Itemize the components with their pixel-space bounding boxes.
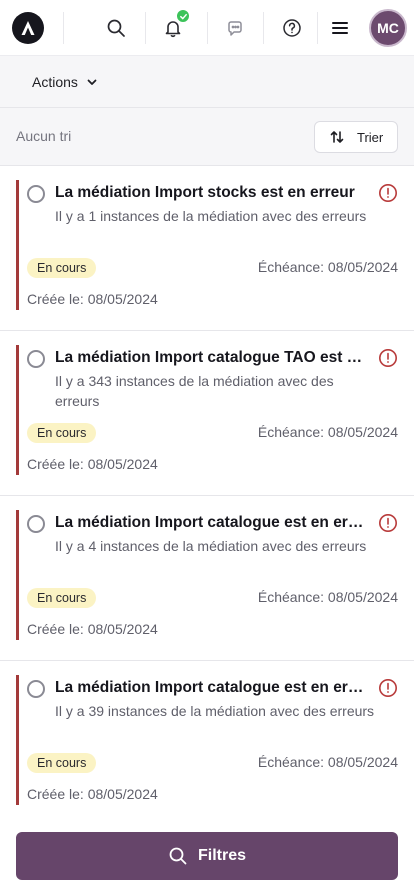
alert-icon [379, 184, 397, 202]
actions-dropdown[interactable]: Actions [32, 70, 98, 94]
divider [63, 12, 64, 44]
item-description: Il y a 39 instances de la médiation avec… [55, 703, 375, 719]
chevron-down-icon [87, 79, 97, 85]
item-title: La médiation Import catalogue est en err… [55, 514, 367, 531]
divider [145, 12, 146, 44]
list-item[interactable]: La médiation Import catalogue est en err… [0, 661, 414, 826]
error-indicator-bar [16, 510, 19, 640]
created-date: Créée le: 08/05/2024 [27, 456, 158, 472]
avatar-initials: MC [377, 20, 399, 36]
sort-button[interactable]: Trier [314, 121, 398, 153]
due-date: Échéance: 08/05/2024 [257, 589, 398, 605]
alert-icon [379, 679, 397, 697]
created-date: Créée le: 08/05/2024 [27, 621, 158, 637]
actions-bar: Actions [0, 56, 414, 108]
status-badge: En cours [27, 588, 97, 608]
select-radio[interactable] [27, 680, 45, 698]
notification-check-icon [175, 8, 191, 24]
item-title: La médiation Import catalogue est en err… [55, 679, 367, 696]
status-badge: En cours [27, 423, 97, 443]
sort-status-label: Aucun tri [16, 128, 72, 144]
chat-icon[interactable] [221, 14, 249, 42]
select-radio[interactable] [27, 515, 45, 533]
alert-icon [379, 349, 397, 367]
item-description: Il y a 4 instances de la médiation avec … [55, 538, 367, 554]
created-date: Créée le: 08/05/2024 [27, 291, 158, 307]
list-item[interactable]: La médiation Import stocks est en erreur… [0, 166, 414, 331]
status-badge: En cours [27, 258, 97, 278]
status-badge: En cours [27, 753, 97, 773]
search-icon [169, 847, 187, 865]
app-logo-icon[interactable] [12, 12, 44, 44]
filters-label: Filtres [197, 847, 246, 864]
error-indicator-bar [16, 345, 19, 475]
due-date: Échéance: 08/05/2024 [257, 754, 398, 770]
divider [317, 12, 318, 44]
select-radio[interactable] [27, 185, 45, 203]
list-item[interactable]: La médiation Import catalogue est en err… [0, 496, 414, 661]
bell-icon[interactable] [159, 8, 191, 42]
item-title: La médiation Import catalogue TAO est en… [55, 349, 367, 366]
search-icon[interactable] [102, 14, 130, 42]
select-radio[interactable] [27, 350, 45, 368]
error-indicator-bar [16, 675, 19, 805]
item-description: Il y a 343 instances de la médiation ave… [55, 373, 334, 409]
item-title: La médiation Import stocks est en erreur [55, 184, 355, 201]
error-indicator-bar [16, 180, 19, 310]
alert-icon [379, 514, 397, 532]
divider [207, 12, 208, 44]
item-description: Il y a 1 instances de la médiation avec … [55, 208, 367, 224]
created-date: Créée le: 08/05/2024 [27, 786, 158, 802]
due-date: Échéance: 08/05/2024 [257, 424, 398, 440]
sort-arrows-icon [330, 131, 344, 143]
menu-icon[interactable] [326, 14, 354, 42]
help-icon[interactable] [278, 14, 306, 42]
divider [263, 12, 264, 44]
list-item[interactable]: La médiation Import catalogue TAO est en… [0, 331, 414, 496]
sort-button-label: Trier [357, 129, 384, 145]
top-bar: MC [0, 0, 414, 56]
due-date: Échéance: 08/05/2024 [257, 259, 398, 275]
actions-label: Actions [32, 74, 78, 90]
avatar[interactable]: MC [369, 9, 407, 47]
filters-button[interactable]: Filtres [16, 832, 398, 880]
